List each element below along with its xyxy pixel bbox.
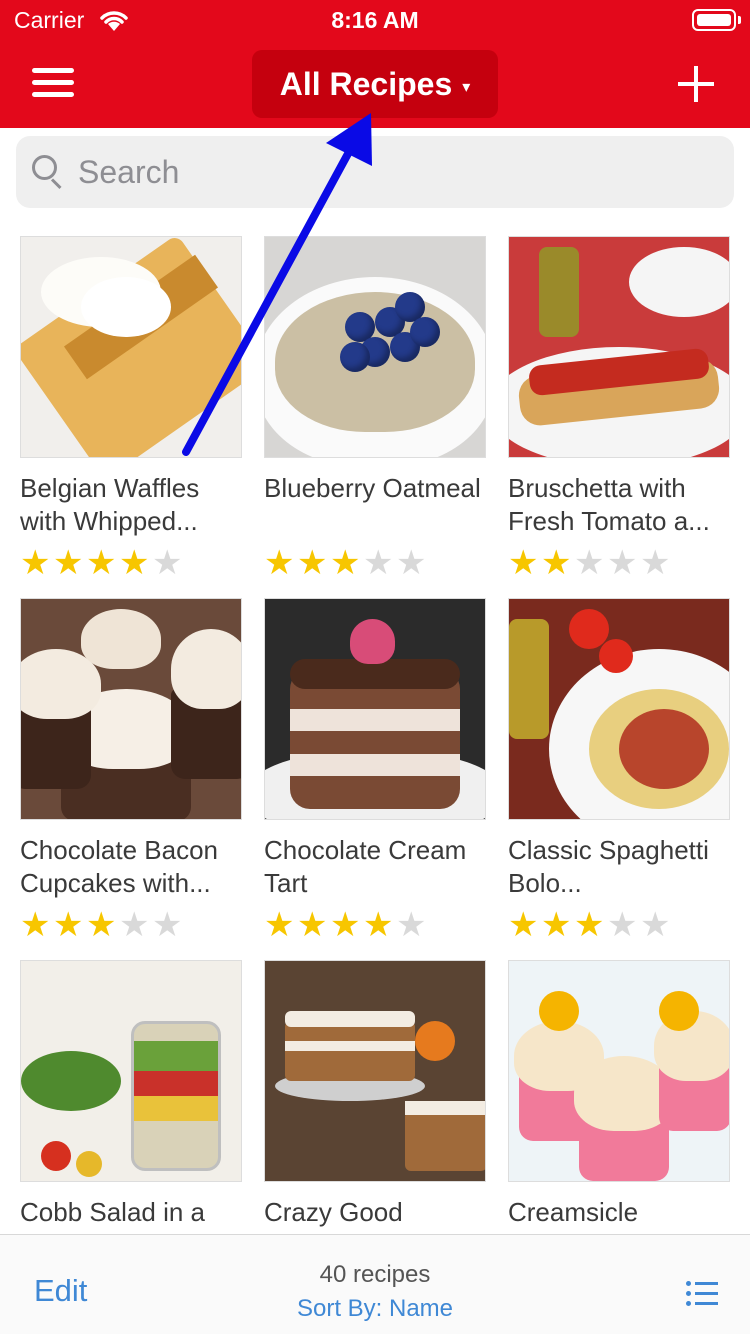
recipe-title: Cobb Salad in a [20,1197,206,1227]
recipe-count: 40 recipes [319,1261,431,1288]
star-empty-icon: ★ [574,544,605,582]
star-empty-icon: ★ [640,906,671,944]
recipe-card[interactable]: Chocolate Cream Tart ★ ★ ★ ★ ★ [264,598,486,942]
search-icon [32,155,66,190]
recipe-image-waffles [20,236,242,458]
star-empty-icon: ★ [607,906,638,944]
star-rating: ★ ★ ★ ★ ★ [20,546,242,580]
recipe-title: Classic Spaghetti Bolo... [508,835,709,898]
recipe-card[interactable]: Blueberry Oatmeal ★ ★ ★ ★ ★ [264,236,486,580]
star-rating: ★ ★ ★ ★ ★ [508,908,730,942]
battery-tip [738,16,741,24]
star-filled-icon: ★ [508,906,539,944]
bottom-toolbar: Edit 40 recipes Sort By: Name [0,1234,750,1334]
recipe-card[interactable]: Cobb Salad in a [20,960,242,1234]
recipe-card[interactable]: Chocolate Bacon Cupcakes with... ★ ★ ★ ★ ★ [20,598,242,942]
recipe-card[interactable]: Classic Spaghetti Bolo... ★ ★ ★ ★ ★ [508,598,730,942]
chevron-down-icon: ▾ [462,79,471,96]
navigation-bar: Carrier 8:16 AM All Recipes ▾ [0,0,750,128]
search-bar[interactable] [16,136,734,208]
star-empty-icon: ★ [363,544,394,582]
recipe-title: Blueberry Oatmeal [264,473,481,503]
star-filled-icon: ★ [297,906,328,944]
status-bar: Carrier 8:16 AM [0,0,750,40]
status-time: 8:16 AM [331,7,419,33]
star-rating: ★ ★ ★ ★ ★ [264,908,486,942]
recipe-card[interactable]: Creamsicle [508,960,730,1234]
star-filled-icon: ★ [574,906,605,944]
star-filled-icon: ★ [541,906,572,944]
star-filled-icon: ★ [53,544,84,582]
recipe-image-bruschetta [508,236,730,458]
recipe-title: Belgian Waffles with Whipped... [20,473,200,536]
hamburger-menu-icon[interactable] [32,66,74,100]
plus-icon[interactable] [678,66,714,102]
recipe-grid: Belgian Waffles with Whipped... ★ ★ ★ ★ ★ Bl… [0,236,750,1234]
recipe-title: Chocolate Cream Tart [264,835,467,898]
recipe-card[interactable]: Belgian Waffles with Whipped... ★ ★ ★ ★ ★ [20,236,242,580]
recipe-image-cream-tart [264,598,486,820]
recipe-card[interactable]: Crazy Good [264,960,486,1234]
sort-button[interactable]: Sort By: Name [297,1295,453,1322]
star-rating: ★ ★ ★ ★ ★ [508,546,730,580]
recipe-title: Creamsicle [508,1197,639,1227]
star-rating: ★ ★ ★ ★ ★ [264,546,486,580]
list-view-icon[interactable] [686,1281,718,1307]
star-filled-icon: ★ [20,906,51,944]
star-filled-icon: ★ [541,544,572,582]
recipe-title: Crazy Good [264,1197,403,1227]
recipe-title: Chocolate Bacon Cupcakes with... [20,835,219,898]
recipe-image-cupcakes [20,598,242,820]
star-filled-icon: ★ [330,544,361,582]
recipe-image-cobb-salad [20,960,242,1182]
star-filled-icon: ★ [119,544,150,582]
recipe-image-carrot-cake [264,960,486,1182]
star-filled-icon: ★ [297,544,328,582]
recipe-filter-button[interactable]: All Recipes ▾ [252,50,498,118]
recipe-card[interactable]: Bruschetta with Fresh Tomato a... ★ ★ ★ ★ ★ [508,236,730,580]
star-empty-icon: ★ [152,906,183,944]
star-empty-icon: ★ [396,544,427,582]
star-filled-icon: ★ [508,544,539,582]
star-filled-icon: ★ [264,544,295,582]
star-filled-icon: ★ [86,544,117,582]
star-filled-icon: ★ [20,544,51,582]
star-filled-icon: ★ [53,906,84,944]
star-empty-icon: ★ [119,906,150,944]
star-empty-icon: ★ [607,544,638,582]
star-empty-icon: ★ [396,906,427,944]
battery-icon [692,9,736,31]
star-filled-icon: ★ [330,906,361,944]
star-rating: ★ ★ ★ ★ ★ [20,908,242,942]
recipe-title: Bruschetta with Fresh Tomato a... [508,473,710,536]
star-filled-icon: ★ [86,906,117,944]
recipe-image-oatmeal [264,236,486,458]
star-filled-icon: ★ [363,906,394,944]
star-empty-icon: ★ [152,544,183,582]
recipe-image-spaghetti [508,598,730,820]
sort-control: Sort By: Name [0,1295,750,1323]
star-filled-icon: ★ [264,906,295,944]
search-input[interactable] [78,153,678,191]
star-empty-icon: ★ [640,544,671,582]
nav-title: All Recipes [279,65,453,102]
recipe-image-creamsicle [508,960,730,1182]
